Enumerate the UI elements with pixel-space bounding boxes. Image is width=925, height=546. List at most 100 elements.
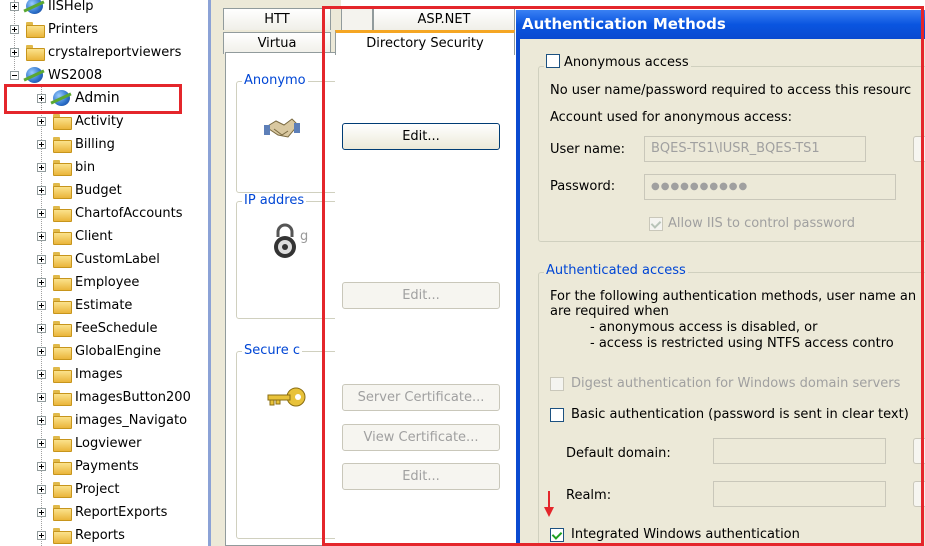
expand-icon[interactable] <box>37 139 46 149</box>
key-icon <box>266 385 306 409</box>
tree-item-label: IISHelp <box>48 0 94 14</box>
site-tree: IISHelp Printers crystalreportviewers WS200… <box>0 0 210 546</box>
expand-icon[interactable] <box>37 530 46 540</box>
red-arrow-icon <box>544 491 554 517</box>
expand-icon[interactable] <box>37 254 46 264</box>
expand-icon[interactable] <box>37 277 46 287</box>
tab-asp-net[interactable]: ASP.NET <box>373 8 515 30</box>
folder-icon <box>53 459 72 475</box>
tree-item-chartofaccounts[interactable]: ChartofAccounts <box>37 202 183 224</box>
tree-item-logviewer[interactable]: Logviewer <box>37 432 142 454</box>
dialog-frame-edge <box>516 10 520 546</box>
default-domain-select-button-partial[interactable] <box>913 438 925 464</box>
anonymous-access-checkbox[interactable] <box>546 54 560 68</box>
realm-label: Realm: <box>566 488 612 503</box>
tab-http-headers[interactable]: HTT <box>223 8 331 30</box>
tree-item-label: WS2008 <box>48 67 103 83</box>
tree-item-billing[interactable]: Billing <box>37 133 115 155</box>
tree-item-budget[interactable]: Budget <box>37 179 122 201</box>
tree-item-project[interactable]: Project <box>37 478 119 500</box>
expand-icon[interactable] <box>37 369 46 379</box>
tree-item-label: GlobalEngine <box>75 343 162 359</box>
folder-icon <box>26 45 45 61</box>
tree-item-label: Employee <box>75 274 140 290</box>
expand-icon[interactable] <box>37 415 46 425</box>
expand-icon[interactable] <box>37 461 46 471</box>
tree-item-crystalreportviewers[interactable]: crystalreportviewers <box>10 41 181 63</box>
expand-icon[interactable] <box>37 392 46 402</box>
tree-item-estimate[interactable]: Estimate <box>37 294 132 316</box>
folder-icon <box>53 413 72 429</box>
anonymous-edit-button[interactable]: Edit... <box>342 123 500 150</box>
expand-icon[interactable] <box>10 47 19 57</box>
tree-item-globalengine[interactable]: GlobalEngine <box>37 340 161 362</box>
expand-icon[interactable] <box>37 323 46 333</box>
expand-icon[interactable] <box>37 208 46 218</box>
tree-item-imagesbutton200[interactable]: ImagesButton200 <box>37 386 191 408</box>
view-certificate-button[interactable]: View Certificate... <box>342 424 500 451</box>
username-field[interactable]: BQES-TS1\IUSR_BQES-TS1 <box>644 136 866 162</box>
tree-item-customlabel[interactable]: CustomLabel <box>37 248 160 270</box>
expand-icon[interactable] <box>10 24 19 34</box>
tree-item-payments[interactable]: Payments <box>37 455 139 477</box>
tab-virtual-directory[interactable]: Virtua <box>223 32 331 54</box>
tab-blank[interactable] <box>341 8 373 30</box>
tree-item-bin[interactable]: bin <box>37 156 95 178</box>
expand-icon[interactable] <box>37 507 46 517</box>
folder-icon <box>26 22 45 38</box>
tree-item-label: Billing <box>75 136 115 152</box>
tree-item-label: Logviewer <box>75 435 142 451</box>
browse-button-partial[interactable] <box>913 136 925 162</box>
expand-icon[interactable] <box>37 484 46 494</box>
server-certificate-button[interactable]: Server Certificate... <box>342 384 500 411</box>
expand-icon[interactable] <box>37 346 46 356</box>
tree-item-images[interactable]: Images <box>37 363 123 385</box>
handshake-icon <box>264 113 300 143</box>
admin-highlight-box <box>4 84 182 114</box>
tree-item-label: ChartofAccounts <box>75 205 183 221</box>
integrated-windows-auth-checkbox[interactable] <box>550 528 564 542</box>
tree-item-employee[interactable]: Employee <box>37 271 139 293</box>
expand-icon[interactable] <box>37 231 46 241</box>
expand-icon[interactable] <box>37 116 46 126</box>
password-field[interactable]: ●●●●●●●●●● <box>644 174 896 200</box>
tree-item-iishelp[interactable]: IISHelp <box>10 0 94 17</box>
expand-icon[interactable] <box>37 300 46 310</box>
expand-icon[interactable] <box>10 1 19 11</box>
collapse-icon[interactable] <box>10 70 19 80</box>
basic-auth-checkbox[interactable] <box>550 408 564 422</box>
anonymous-group-legend: Anonymo <box>242 73 308 88</box>
secure-edit-button[interactable]: Edit... <box>342 463 500 490</box>
tree-item-client[interactable]: Client <box>37 225 113 247</box>
tree-item-feeschedule[interactable]: FeeSchedule <box>37 317 158 339</box>
allow-iis-checkbox[interactable] <box>649 217 663 231</box>
folder-icon <box>53 482 72 498</box>
tree-item-reports[interactable]: Reports <box>37 524 125 546</box>
tree-item-label: Client <box>75 228 113 244</box>
authentication-methods-dialog: Authentication Methods Anonymous access … <box>516 10 925 546</box>
default-domain-field[interactable] <box>713 438 886 464</box>
tree-item-images-navigato[interactable]: images_Navigato <box>37 409 187 431</box>
expand-icon[interactable] <box>37 162 46 172</box>
tab-directory-security[interactable]: Directory Security <box>335 30 515 56</box>
digest-auth-checkbox[interactable] <box>550 377 564 391</box>
tree-item-label: FeeSchedule <box>75 320 158 336</box>
tree-item-label: bin <box>75 159 96 175</box>
realm-select-button-partial[interactable] <box>913 481 925 507</box>
tree-item-printers[interactable]: Printers <box>10 18 98 40</box>
tree-item-label: crystalreportviewers <box>48 44 182 60</box>
tree-item-label: Activity <box>75 113 124 129</box>
folder-icon <box>53 275 72 291</box>
tree-item-label: Project <box>75 481 120 497</box>
realm-field[interactable] <box>713 481 886 507</box>
folder-icon <box>53 229 72 245</box>
tree-item-reportexports[interactable]: ReportExports <box>37 501 167 523</box>
folder-icon <box>53 183 72 199</box>
folder-icon <box>53 367 72 383</box>
tree-item-ws2008[interactable]: WS2008 <box>10 64 102 86</box>
ip-edit-button[interactable]: Edit... <box>342 282 500 309</box>
expand-icon[interactable] <box>37 185 46 195</box>
expand-icon[interactable] <box>37 438 46 448</box>
folder-icon <box>53 160 72 176</box>
tree-item-label: Payments <box>75 458 139 474</box>
